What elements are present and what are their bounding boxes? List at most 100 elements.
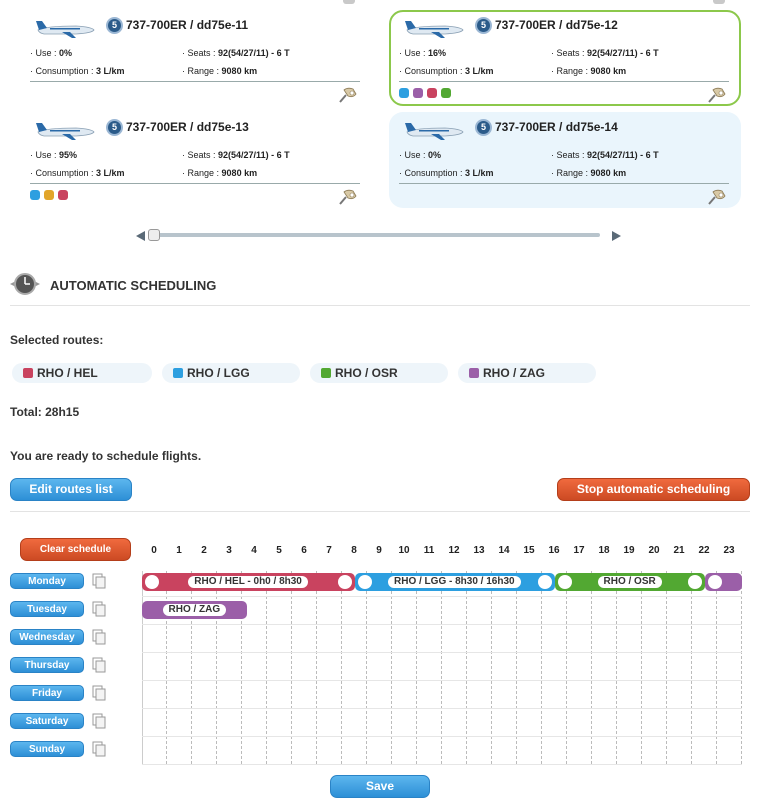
selected-routes-label: Selected routes:: [10, 333, 104, 347]
use-stat: · Use : 16%: [399, 48, 447, 58]
route-color-dots: [30, 190, 68, 200]
flight-block[interactable]: RHO / HEL - 0h0 / 8h30: [142, 573, 355, 591]
hour-label: 20: [648, 545, 660, 556]
takeoff-icon: [145, 575, 159, 589]
aircraft-card[interactable]: 5 737-700ER / dd75e-14 · Use : 0% · Seat…: [389, 112, 741, 208]
day-button-sunday[interactable]: Sunday: [10, 741, 84, 757]
takeoff-icon: [707, 575, 722, 589]
slider-track[interactable]: [148, 233, 600, 237]
copy-icon[interactable]: [92, 713, 106, 729]
takeoff-icon: [357, 575, 372, 589]
top-cut-icon: [343, 0, 355, 4]
card-divider: [399, 183, 729, 184]
copy-icon[interactable]: [92, 601, 106, 617]
copy-icon[interactable]: [92, 629, 106, 645]
top-cut-icon: [713, 0, 725, 4]
route-color-dot: [427, 88, 437, 98]
day-button-wednesday[interactable]: Wednesday: [10, 629, 84, 645]
day-button-tuesday[interactable]: Tuesday: [10, 601, 84, 617]
hour-label: 13: [473, 545, 485, 556]
hour-label: 11: [423, 545, 435, 556]
aircraft-card[interactable]: 5 737-700ER / dd75e-12 · Use : 16% · Sea…: [389, 10, 741, 106]
range-stat: · Range : 9080 km: [551, 168, 627, 178]
route-chip[interactable]: RHO / HEL: [12, 363, 152, 383]
day-button-thursday[interactable]: Thursday: [10, 657, 84, 673]
seats-stat: · Seats : 92(54/27/11) - 6 T: [182, 48, 290, 58]
range-stat: · Range : 9080 km: [182, 168, 258, 178]
flight-block[interactable]: RHO / LGG - 8h30 / 16h30: [354, 573, 555, 591]
save-button[interactable]: Save: [330, 775, 430, 798]
route-chip[interactable]: RHO / ZAG: [458, 363, 596, 383]
edit-routes-button[interactable]: Edit routes list: [10, 478, 132, 501]
flight-label: RHO / OSR: [597, 576, 662, 588]
consumption-stat: · Consumption : 3 L/km: [30, 66, 125, 76]
seats-stat: · Seats : 92(54/27/11) - 6 T: [551, 48, 659, 58]
slider-handle[interactable]: [148, 229, 160, 241]
maintenance-icon[interactable]: [707, 188, 727, 206]
hour-label: 0: [151, 545, 157, 556]
day-button-monday[interactable]: Monday: [10, 573, 84, 589]
copy-icon[interactable]: [92, 685, 106, 701]
aircraft-title: 737-700ER / dd75e-13: [126, 120, 249, 134]
maintenance-icon[interactable]: [338, 86, 358, 104]
hour-label: 2: [201, 545, 207, 556]
total-duration: Total: 28h15: [10, 405, 80, 419]
day-button-friday[interactable]: Friday: [10, 685, 84, 701]
route-label: RHO / ZAG: [483, 366, 545, 380]
route-chip[interactable]: RHO / OSR: [310, 363, 448, 383]
copy-icon[interactable]: [92, 573, 106, 589]
hour-label: 6: [301, 545, 307, 556]
hour-label: 21: [673, 545, 685, 556]
hour-label: 12: [448, 545, 460, 556]
hour-label: 5: [276, 545, 282, 556]
airplane-icon: [36, 16, 96, 40]
hour-label: 23: [723, 545, 735, 556]
hour-label: 16: [548, 545, 560, 556]
use-stat: · Use : 0%: [30, 48, 73, 58]
maintenance-icon[interactable]: [707, 86, 727, 104]
scroll-right-arrow-icon[interactable]: [612, 231, 621, 241]
clear-schedule-button[interactable]: Clear schedule: [20, 538, 131, 561]
aircraft-card[interactable]: 5 737-700ER / dd75e-11 · Use : 0% · Seat…: [20, 10, 372, 106]
row-divider: [142, 680, 742, 681]
landing-icon: [537, 575, 552, 589]
row-divider: [142, 708, 742, 709]
day-button-saturday[interactable]: Saturday: [10, 713, 84, 729]
airplane-icon: [405, 118, 465, 142]
aircraft-card[interactable]: 5 737-700ER / dd75e-13 · Use : 95% · Sea…: [20, 112, 372, 208]
row-divider: [142, 764, 742, 765]
route-color-swatch: [173, 368, 183, 378]
route-chip[interactable]: RHO / LGG: [162, 363, 300, 383]
level-badge: 5: [106, 119, 123, 136]
stop-automatic-scheduling-button[interactable]: Stop automatic scheduling: [557, 478, 750, 501]
landing-icon: [337, 575, 352, 589]
route-color-swatch: [321, 368, 331, 378]
card-divider: [399, 81, 729, 82]
scroll-left-arrow-icon[interactable]: [136, 231, 145, 241]
seats-stat: · Seats : 92(54/27/11) - 6 T: [182, 150, 290, 160]
divider: [10, 305, 750, 306]
takeoff-icon: [557, 575, 572, 589]
hour-label: 19: [623, 545, 635, 556]
row-divider: [142, 624, 742, 625]
route-label: RHO / OSR: [335, 366, 398, 380]
copy-icon[interactable]: [92, 657, 106, 673]
route-color-swatch: [23, 368, 33, 378]
section-title: AUTOMATIC SCHEDULING: [50, 278, 217, 293]
aircraft-title: 737-700ER / dd75e-12: [495, 18, 618, 32]
route-color-dot: [399, 88, 409, 98]
flight-block[interactable]: [704, 573, 742, 591]
maintenance-icon[interactable]: [338, 188, 358, 206]
hour-label: 14: [498, 545, 510, 556]
use-stat: · Use : 0%: [399, 150, 442, 160]
hour-label: 1: [176, 545, 182, 556]
flight-block[interactable]: RHO / ZAG: [142, 601, 247, 619]
hour-label: 22: [698, 545, 710, 556]
flight-block[interactable]: RHO / OSR: [554, 573, 705, 591]
hour-label: 18: [598, 545, 610, 556]
consumption-stat: · Consumption : 3 L/km: [30, 168, 125, 178]
hour-label: 7: [326, 545, 332, 556]
route-color-dot: [58, 190, 68, 200]
copy-icon[interactable]: [92, 741, 106, 757]
divider: [10, 511, 750, 512]
